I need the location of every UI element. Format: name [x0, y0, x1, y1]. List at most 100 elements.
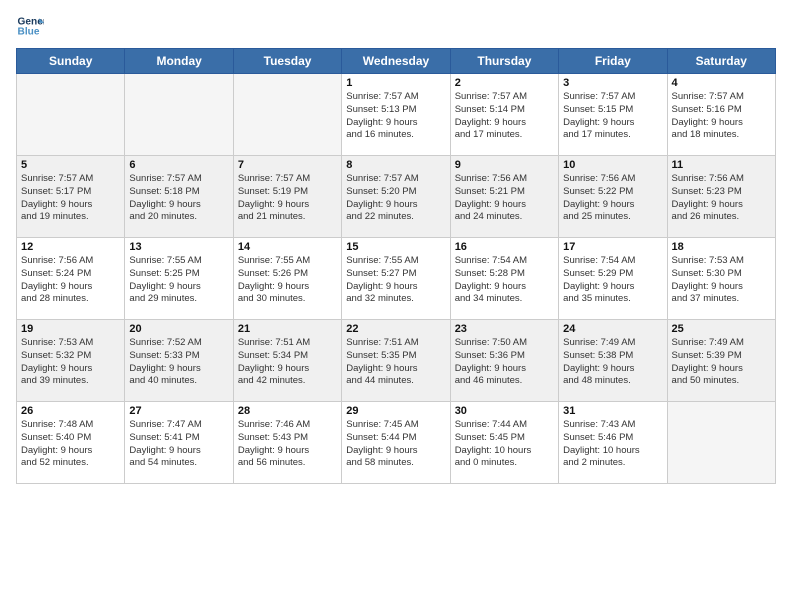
day-number: 23	[455, 323, 554, 335]
cell-sun-info: Sunrise: 7:56 AM Sunset: 5:21 PM Dayligh…	[455, 173, 554, 224]
day-number: 15	[346, 241, 445, 253]
day-number: 29	[346, 405, 445, 417]
cell-sun-info: Sunrise: 7:57 AM Sunset: 5:13 PM Dayligh…	[346, 91, 445, 142]
calendar-cell: 21Sunrise: 7:51 AM Sunset: 5:34 PM Dayli…	[233, 320, 341, 402]
calendar-day-header: Tuesday	[233, 49, 341, 74]
calendar-week-row: 26 Sunrise: 7:48 AM Sunset: 5:40 PM Dayli…	[17, 402, 776, 484]
day-number: 26	[21, 405, 120, 417]
calendar-day-header: Monday	[125, 49, 233, 74]
cell-sun-info: Sunrise: 7:51 AM Sunset: 5:34 PM Dayligh…	[238, 337, 337, 388]
calendar-cell: 29 Sunrise: 7:45 AM Sunset: 5:44 PM Dayli…	[342, 402, 450, 484]
day-number: 3	[563, 77, 662, 89]
calendar-cell: 3 Sunrise: 7:57 AM Sunset: 5:15 PM Daylig…	[559, 74, 667, 156]
logo: General Blue	[16, 12, 44, 40]
calendar-cell: 9 Sunrise: 7:56 AM Sunset: 5:21 PM Daylig…	[450, 156, 558, 238]
calendar-day-header: Thursday	[450, 49, 558, 74]
day-number: 7	[238, 159, 337, 171]
calendar-cell: 26 Sunrise: 7:48 AM Sunset: 5:40 PM Dayli…	[17, 402, 125, 484]
cell-sun-info: Sunrise: 7:53 AM Sunset: 5:32 PM Dayligh…	[21, 337, 120, 388]
calendar-cell: 14Sunrise: 7:55 AM Sunset: 5:26 PM Dayli…	[233, 238, 341, 320]
day-number: 17	[563, 241, 662, 253]
calendar-cell: 27 Sunrise: 7:47 AM Sunset: 5:41 PM Dayli…	[125, 402, 233, 484]
cell-sun-info: Sunrise: 7:57 AM Sunset: 5:18 PM Dayligh…	[129, 173, 228, 224]
calendar-cell: 19Sunrise: 7:53 AM Sunset: 5:32 PM Dayli…	[17, 320, 125, 402]
day-number: 8	[346, 159, 445, 171]
calendar-header-row: SundayMondayTuesdayWednesdayThursdayFrid…	[17, 49, 776, 74]
calendar-cell: 4Sunrise: 7:57 AM Sunset: 5:16 PM Daylig…	[667, 74, 775, 156]
cell-sun-info: Sunrise: 7:54 AM Sunset: 5:29 PM Dayligh…	[563, 255, 662, 306]
cell-sun-info: Sunrise: 7:57 AM Sunset: 5:19 PM Dayligh…	[238, 173, 337, 224]
svg-text:Blue: Blue	[18, 27, 40, 38]
logo-icon: General Blue	[16, 12, 44, 40]
cell-sun-info: Sunrise: 7:57 AM Sunset: 5:15 PM Dayligh…	[563, 91, 662, 142]
cell-sun-info: Sunrise: 7:54 AM Sunset: 5:28 PM Dayligh…	[455, 255, 554, 306]
cell-sun-info: Sunrise: 7:53 AM Sunset: 5:30 PM Dayligh…	[672, 255, 771, 306]
cell-sun-info: Sunrise: 7:49 AM Sunset: 5:38 PM Dayligh…	[563, 337, 662, 388]
calendar-cell: 28Sunrise: 7:46 AM Sunset: 5:43 PM Dayli…	[233, 402, 341, 484]
calendar-week-row: 1 Sunrise: 7:57 AM Sunset: 5:13 PM Daylig…	[17, 74, 776, 156]
calendar-cell: 22Sunrise: 7:51 AM Sunset: 5:35 PM Dayli…	[342, 320, 450, 402]
calendar-week-row: 5 Sunrise: 7:57 AM Sunset: 5:17 PM Daylig…	[17, 156, 776, 238]
calendar-day-header: Sunday	[17, 49, 125, 74]
cell-sun-info: Sunrise: 7:55 AM Sunset: 5:27 PM Dayligh…	[346, 255, 445, 306]
page: General Blue SundayMondayTuesdayWednesda…	[0, 0, 792, 612]
day-number: 13	[129, 241, 228, 253]
calendar-cell: 24 Sunrise: 7:49 AM Sunset: 5:38 PM Dayli…	[559, 320, 667, 402]
calendar-table: SundayMondayTuesdayWednesdayThursdayFrid…	[16, 48, 776, 484]
calendar-cell: 6 Sunrise: 7:57 AM Sunset: 5:18 PM Daylig…	[125, 156, 233, 238]
cell-sun-info: Sunrise: 7:44 AM Sunset: 5:45 PM Dayligh…	[455, 419, 554, 470]
day-number: 24	[563, 323, 662, 335]
header: General Blue	[16, 12, 776, 40]
calendar-day-header: Saturday	[667, 49, 775, 74]
cell-sun-info: Sunrise: 7:57 AM Sunset: 5:17 PM Dayligh…	[21, 173, 120, 224]
calendar-cell: 17 Sunrise: 7:54 AM Sunset: 5:29 PM Dayli…	[559, 238, 667, 320]
calendar-day-header: Wednesday	[342, 49, 450, 74]
day-number: 2	[455, 77, 554, 89]
day-number: 28	[238, 405, 337, 417]
calendar-cell: 16 Sunrise: 7:54 AM Sunset: 5:28 PM Dayli…	[450, 238, 558, 320]
calendar-cell	[125, 74, 233, 156]
calendar-cell	[233, 74, 341, 156]
calendar-cell: 8 Sunrise: 7:57 AM Sunset: 5:20 PM Daylig…	[342, 156, 450, 238]
calendar-cell: 30 Sunrise: 7:44 AM Sunset: 5:45 PM Dayli…	[450, 402, 558, 484]
day-number: 25	[672, 323, 771, 335]
calendar-cell: 2 Sunrise: 7:57 AM Sunset: 5:14 PM Daylig…	[450, 74, 558, 156]
calendar-cell: 15 Sunrise: 7:55 AM Sunset: 5:27 PM Dayli…	[342, 238, 450, 320]
calendar-cell: 10Sunrise: 7:56 AM Sunset: 5:22 PM Dayli…	[559, 156, 667, 238]
cell-sun-info: Sunrise: 7:57 AM Sunset: 5:20 PM Dayligh…	[346, 173, 445, 224]
cell-sun-info: Sunrise: 7:48 AM Sunset: 5:40 PM Dayligh…	[21, 419, 120, 470]
day-number: 27	[129, 405, 228, 417]
calendar-cell: 13 Sunrise: 7:55 AM Sunset: 5:25 PM Dayli…	[125, 238, 233, 320]
cell-sun-info: Sunrise: 7:45 AM Sunset: 5:44 PM Dayligh…	[346, 419, 445, 470]
cell-sun-info: Sunrise: 7:47 AM Sunset: 5:41 PM Dayligh…	[129, 419, 228, 470]
day-number: 5	[21, 159, 120, 171]
day-number: 4	[672, 77, 771, 89]
cell-sun-info: Sunrise: 7:55 AM Sunset: 5:25 PM Dayligh…	[129, 255, 228, 306]
calendar-cell: 5 Sunrise: 7:57 AM Sunset: 5:17 PM Daylig…	[17, 156, 125, 238]
day-number: 31	[563, 405, 662, 417]
cell-sun-info: Sunrise: 7:56 AM Sunset: 5:24 PM Dayligh…	[21, 255, 120, 306]
day-number: 12	[21, 241, 120, 253]
day-number: 11	[672, 159, 771, 171]
day-number: 30	[455, 405, 554, 417]
cell-sun-info: Sunrise: 7:51 AM Sunset: 5:35 PM Dayligh…	[346, 337, 445, 388]
day-number: 10	[563, 159, 662, 171]
calendar-body: 1 Sunrise: 7:57 AM Sunset: 5:13 PM Daylig…	[17, 74, 776, 484]
calendar-cell: 11 Sunrise: 7:56 AM Sunset: 5:23 PM Dayli…	[667, 156, 775, 238]
day-number: 16	[455, 241, 554, 253]
day-number: 6	[129, 159, 228, 171]
day-number: 1	[346, 77, 445, 89]
cell-sun-info: Sunrise: 7:56 AM Sunset: 5:23 PM Dayligh…	[672, 173, 771, 224]
day-number: 20	[129, 323, 228, 335]
calendar-cell: 18Sunrise: 7:53 AM Sunset: 5:30 PM Dayli…	[667, 238, 775, 320]
calendar-cell: 25Sunrise: 7:49 AM Sunset: 5:39 PM Dayli…	[667, 320, 775, 402]
calendar-cell: 1 Sunrise: 7:57 AM Sunset: 5:13 PM Daylig…	[342, 74, 450, 156]
cell-sun-info: Sunrise: 7:52 AM Sunset: 5:33 PM Dayligh…	[129, 337, 228, 388]
calendar-cell: 20 Sunrise: 7:52 AM Sunset: 5:33 PM Dayli…	[125, 320, 233, 402]
calendar-cell: 7 Sunrise: 7:57 AM Sunset: 5:19 PM Daylig…	[233, 156, 341, 238]
day-number: 9	[455, 159, 554, 171]
calendar-cell: 12 Sunrise: 7:56 AM Sunset: 5:24 PM Dayli…	[17, 238, 125, 320]
calendar-cell	[667, 402, 775, 484]
calendar-cell	[17, 74, 125, 156]
cell-sun-info: Sunrise: 7:57 AM Sunset: 5:14 PM Dayligh…	[455, 91, 554, 142]
